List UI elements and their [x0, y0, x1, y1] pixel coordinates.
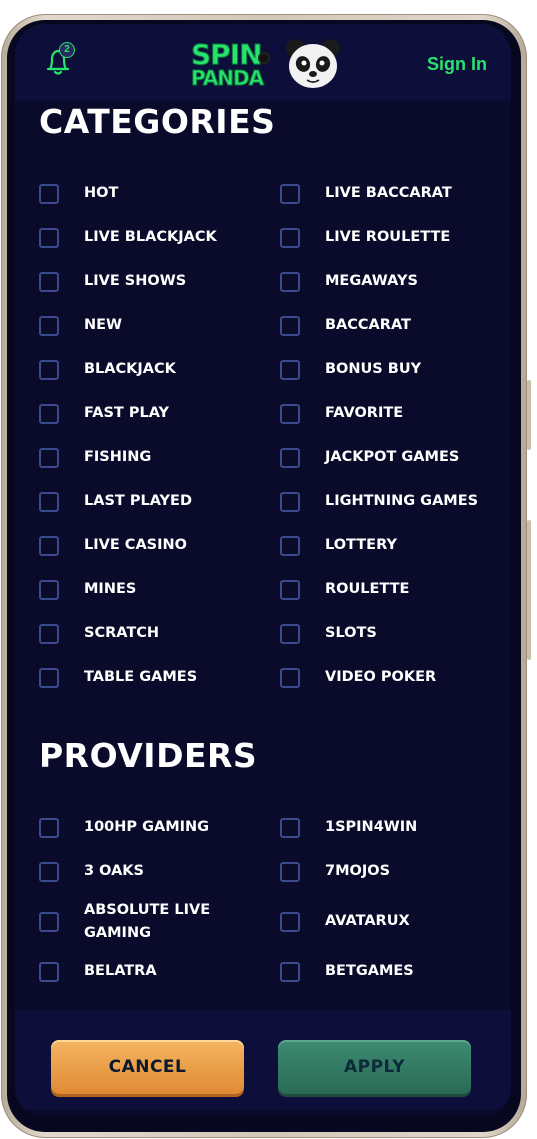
filter-item-label: LIVE CASINO [84, 537, 187, 553]
checkbox[interactable] [280, 862, 300, 882]
app-screen: 2 SPIN PANDA Sign In CATEGORIES HOT LIVE … [15, 24, 511, 1117]
filter-item-label: LIVE SHOWS [84, 273, 187, 289]
checkbox[interactable] [280, 962, 300, 982]
filter-item-label: ABSOLUTE LIVE GAMING [84, 902, 211, 941]
filter-item-label: BACCARAT [325, 317, 411, 333]
checkbox[interactable] [280, 316, 300, 336]
checkbox[interactable] [280, 272, 300, 292]
filter-item-label: LAST PLAYED [84, 493, 192, 509]
filter-item-label: AVATARUX [325, 913, 410, 929]
checkbox[interactable] [280, 448, 300, 468]
top-bar: 2 SPIN PANDA Sign In [15, 24, 511, 100]
filter-content[interactable]: CATEGORIES HOT LIVE BLACKJACK LIVE SHOWS NE… [15, 100, 511, 1010]
checkbox[interactable] [39, 580, 59, 600]
checkbox[interactable] [39, 272, 59, 292]
filter-item-label: MEGAWAYS [325, 273, 418, 289]
logo-text-panda: PANDA [190, 66, 264, 91]
filter-item-label: LIVE BACCARAT [325, 185, 452, 201]
checkbox[interactable] [39, 404, 59, 424]
checkbox[interactable] [39, 360, 59, 380]
filter-item-label: TABLE GAMES [84, 669, 198, 685]
side-button-lower [527, 520, 531, 660]
bottom-action-bar: CANCEL APPLY [15, 1010, 511, 1117]
checkbox[interactable] [39, 492, 59, 512]
checkbox[interactable] [39, 912, 59, 932]
filter-item-label: LIGHTNING GAMES [325, 493, 479, 509]
panda-mascot-icon [286, 39, 340, 88]
checkbox[interactable] [280, 580, 300, 600]
filter-item-label: SCRATCH [84, 625, 160, 641]
filter-item-label: 1SPIN4WIN [325, 819, 418, 835]
filter-item-label: FAVORITE [325, 405, 404, 421]
filter-item-label: 3 OAKS [84, 863, 144, 879]
filter-item-label: 7MOJOS [325, 863, 391, 879]
checkbox[interactable] [280, 912, 300, 932]
filter-item-label: BELATRA [84, 963, 157, 979]
checkbox[interactable] [39, 962, 59, 982]
checkbox[interactable] [280, 536, 300, 556]
providers-title: PROVIDERS [39, 736, 258, 775]
checkbox[interactable] [39, 862, 59, 882]
checkbox[interactable] [39, 316, 59, 336]
filter-item-label: FISHING [84, 449, 152, 465]
filter-item-label: LIVE ROULETTE [325, 229, 451, 245]
home-indicator-area [15, 1109, 511, 1117]
filter-item-label: 100HP GAMING [84, 819, 210, 835]
apply-button[interactable]: APPLY [278, 1040, 471, 1094]
checkbox[interactable] [39, 624, 59, 644]
filter-item-label: LOTTERY [325, 537, 397, 553]
checkbox[interactable] [39, 668, 59, 688]
checkbox[interactable] [280, 404, 300, 424]
filter-item-label: SLOTS [325, 625, 377, 641]
checkbox[interactable] [39, 184, 59, 204]
filter-item-label: JACKPOT GAMES [325, 449, 460, 465]
side-button-upper [527, 380, 531, 450]
checkbox[interactable] [280, 228, 300, 248]
checkbox[interactable] [39, 448, 59, 468]
checkbox[interactable] [39, 818, 59, 838]
categories-title: CATEGORIES [39, 102, 276, 141]
spin-panda-logo[interactable]: SPIN PANDA [189, 36, 340, 94]
checkbox[interactable] [280, 668, 300, 688]
filter-item-label: MINES [84, 581, 137, 597]
filter-item-label: BLACKJACK [84, 361, 176, 377]
notification-badge: 2 [59, 42, 75, 58]
filter-item-label: LIVE BLACKJACK [84, 229, 217, 245]
checkbox[interactable] [39, 228, 59, 248]
checkbox[interactable] [280, 624, 300, 644]
front-camera [258, 52, 270, 64]
filter-item-label: ROULETTE [325, 581, 410, 597]
cancel-button[interactable]: CANCEL [51, 1040, 244, 1094]
filter-item-label: BONUS BUY [325, 361, 422, 377]
filter-item-label: NEW [84, 317, 123, 333]
checkbox[interactable] [39, 536, 59, 556]
checkbox[interactable] [280, 184, 300, 204]
checkbox[interactable] [280, 818, 300, 838]
filter-item-label: FAST PLAY [84, 405, 170, 421]
checkbox[interactable] [280, 492, 300, 512]
filter-item-label: VIDEO POKER [325, 669, 437, 685]
sign-in-link[interactable]: Sign In [427, 54, 487, 75]
filter-item-label: BETGAMES [325, 963, 414, 979]
checkbox[interactable] [280, 360, 300, 380]
filter-item-label: HOT [84, 185, 119, 201]
